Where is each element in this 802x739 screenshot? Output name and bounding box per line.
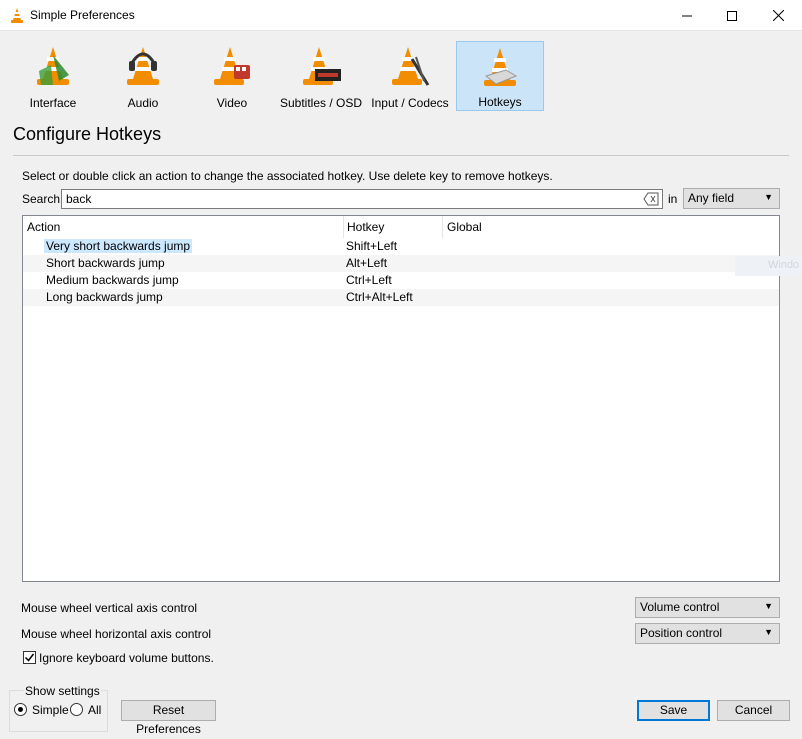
- interface-cone-icon: [37, 47, 69, 85]
- mouse-horizontal-label: Mouse wheel horizontal axis control: [21, 627, 212, 641]
- minimize-icon: [682, 15, 692, 16]
- chevron-down-icon: ▼: [764, 192, 773, 202]
- simple-radio-label[interactable]: Simple: [32, 703, 69, 717]
- simple-radio[interactable]: [14, 703, 27, 716]
- vlc-cone-icon: [11, 8, 23, 23]
- tab-hotkeys[interactable]: Hotkeys: [456, 41, 544, 111]
- close-icon: [772, 10, 784, 21]
- tab-input-codecs[interactable]: Input / Codecs: [367, 41, 453, 111]
- column-header-action[interactable]: Action: [23, 216, 344, 238]
- instructions-text: Select or double click an action to chan…: [22, 169, 553, 183]
- mouse-vertical-label: Mouse wheel vertical axis control: [21, 601, 198, 615]
- tab-interface[interactable]: Interface: [10, 41, 96, 111]
- video-cone-icon: [214, 47, 250, 85]
- window-title: Simple Preferences: [30, 8, 135, 22]
- maximize-icon: [727, 10, 737, 21]
- row-action: Medium backwards jump: [46, 273, 179, 287]
- cancel-button[interactable]: Cancel: [717, 700, 790, 721]
- row-hotkey: Shift+Left: [346, 239, 398, 253]
- hotkeys-cone-icon: [484, 48, 518, 86]
- table-row[interactable]: Medium backwards jump Ctrl+Left: [23, 272, 779, 289]
- table-row[interactable]: Short backwards jump Alt+Left: [23, 255, 779, 272]
- hotkeys-table[interactable]: Action Hotkey Global Very short backward…: [22, 215, 780, 582]
- divider: [13, 155, 789, 156]
- show-settings-label: Show settings: [24, 684, 101, 698]
- in-label: in: [668, 192, 678, 206]
- radio-selected-dot: [18, 707, 23, 712]
- row-hotkey: Ctrl+Left: [346, 273, 392, 287]
- row-hotkey: Ctrl+Alt+Left: [346, 290, 413, 304]
- save-button[interactable]: Save: [637, 700, 710, 721]
- row-hotkey: Alt+Left: [346, 256, 388, 270]
- ignore-volume-checkbox[interactable]: [23, 651, 36, 664]
- row-action: Very short backwards jump: [44, 239, 193, 253]
- mouse-vertical-value: Volume control: [640, 600, 720, 614]
- reset-preferences-button[interactable]: Reset Preferences: [121, 700, 216, 736]
- field-filter-select[interactable]: Any field ▼: [683, 188, 780, 209]
- category-toolbar: Interface Audio Video Subtitles / OSD In…: [0, 31, 802, 115]
- column-header-hotkey[interactable]: Hotkey: [343, 216, 443, 238]
- field-filter-value: Any field: [688, 191, 735, 205]
- tab-input-codecs-label: Input / Codecs: [371, 96, 449, 110]
- background-window-fragment: Windo: [735, 256, 802, 276]
- mouse-horizontal-select[interactable]: Position control ▼: [635, 623, 780, 644]
- chevron-down-icon: ▼: [764, 601, 773, 611]
- tab-hotkeys-label: Hotkeys: [478, 95, 522, 109]
- table-row[interactable]: Very short backwards jump Shift+Left: [23, 238, 779, 255]
- close-button[interactable]: [755, 0, 801, 31]
- row-action: Short backwards jump: [46, 256, 165, 270]
- mouse-vertical-select[interactable]: Volume control ▼: [635, 597, 780, 618]
- search-label: Search: [22, 192, 61, 206]
- row-action: Long backwards jump: [46, 290, 163, 304]
- tab-subtitles-osd-label: Subtitles / OSD: [279, 96, 363, 110]
- table-header: Action Hotkey Global: [23, 216, 779, 238]
- table-row[interactable]: Long backwards jump Ctrl+Alt+Left: [23, 289, 779, 306]
- subtitles-cone-icon: [303, 47, 341, 85]
- search-input[interactable]: [61, 189, 663, 209]
- all-radio[interactable]: [70, 703, 83, 716]
- tab-audio-label: Audio: [127, 96, 159, 110]
- tab-video-label: Video: [216, 96, 248, 110]
- minimize-button[interactable]: [664, 0, 710, 31]
- checkmark-icon: [24, 653, 35, 662]
- title-bar: Simple Preferences: [0, 0, 802, 31]
- mouse-horizontal-value: Position control: [640, 626, 723, 640]
- clear-search-icon[interactable]: [643, 192, 659, 206]
- chevron-down-icon: ▼: [764, 627, 773, 637]
- audio-cone-icon: [127, 47, 159, 85]
- page-title: Configure Hotkeys: [13, 124, 162, 144]
- tab-interface-label: Interface: [29, 96, 77, 110]
- all-radio-label[interactable]: All: [88, 703, 101, 717]
- ignore-volume-label[interactable]: Ignore keyboard volume buttons.: [39, 651, 214, 665]
- tab-subtitles-osd[interactable]: Subtitles / OSD: [278, 41, 364, 111]
- column-header-global[interactable]: Global: [443, 216, 779, 238]
- tab-audio[interactable]: Audio: [100, 41, 186, 111]
- input-codecs-cone-icon: [392, 47, 430, 86]
- tab-video[interactable]: Video: [189, 41, 275, 111]
- maximize-button[interactable]: [709, 0, 755, 31]
